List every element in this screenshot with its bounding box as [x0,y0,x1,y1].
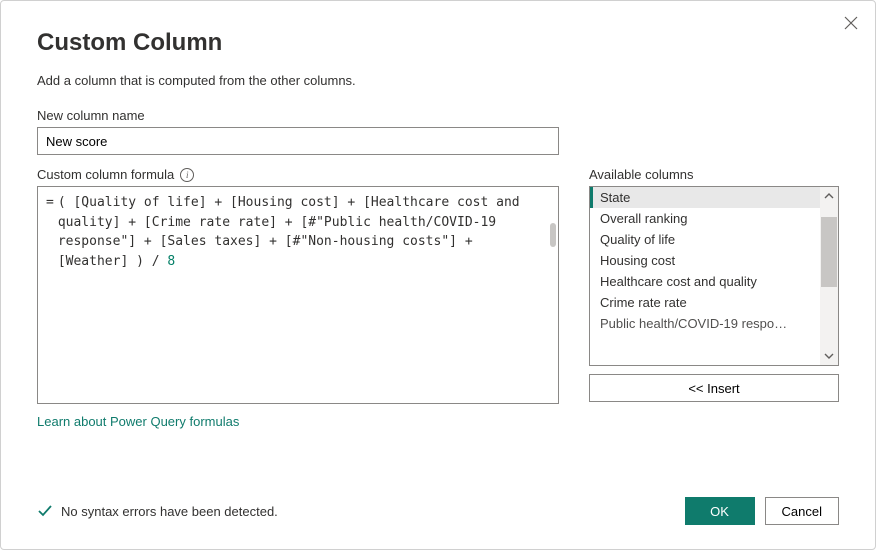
list-item[interactable]: Overall ranking [590,208,838,229]
list-item[interactable]: State [590,187,838,208]
list-item[interactable]: Housing cost [590,250,838,271]
available-columns-list: State Overall ranking Quality of life Ho… [589,186,839,366]
new-column-name-label: New column name [37,108,839,123]
list-item[interactable]: Quality of life [590,229,838,250]
formula-editor[interactable]: = ( [Quality of life] + [Housing cost] +… [37,186,559,404]
list-item[interactable]: Healthcare cost and quality [590,271,838,292]
info-icon[interactable]: i [180,168,194,182]
ok-button[interactable]: OK [685,497,755,525]
learn-link[interactable]: Learn about Power Query formulas [37,414,239,429]
new-column-name-input[interactable] [37,127,559,155]
formula-body: ( [Quality of life] + [Housing cost] + [… [58,193,550,271]
dialog-subtitle: Add a column that is computed from the o… [37,73,839,88]
dialog-title: Custom Column [37,29,839,57]
cancel-button[interactable]: Cancel [765,497,839,525]
status-text: No syntax errors have been detected. [61,504,278,519]
formula-equals: = [46,193,58,271]
list-item[interactable]: Public health/COVID-19 respo… [590,313,838,334]
list-item[interactable]: Crime rate rate [590,292,838,313]
available-scrollbar[interactable] [820,187,838,365]
formula-label: Custom column formula i [37,167,559,182]
close-icon[interactable] [843,15,859,31]
formula-scrollbar-thumb[interactable] [550,223,556,247]
custom-column-dialog: Custom Column Add a column that is compu… [0,0,876,550]
chevron-down-icon[interactable] [824,351,834,361]
formula-label-text: Custom column formula [37,167,174,182]
checkmark-icon [37,503,53,519]
chevron-up-icon[interactable] [824,191,834,201]
status-bar: No syntax errors have been detected. [37,503,278,519]
scrollbar-thumb[interactable] [821,217,837,287]
available-columns-label: Available columns [589,167,839,182]
dialog-footer: No syntax errors have been detected. OK … [37,497,839,525]
insert-button[interactable]: << Insert [589,374,839,402]
